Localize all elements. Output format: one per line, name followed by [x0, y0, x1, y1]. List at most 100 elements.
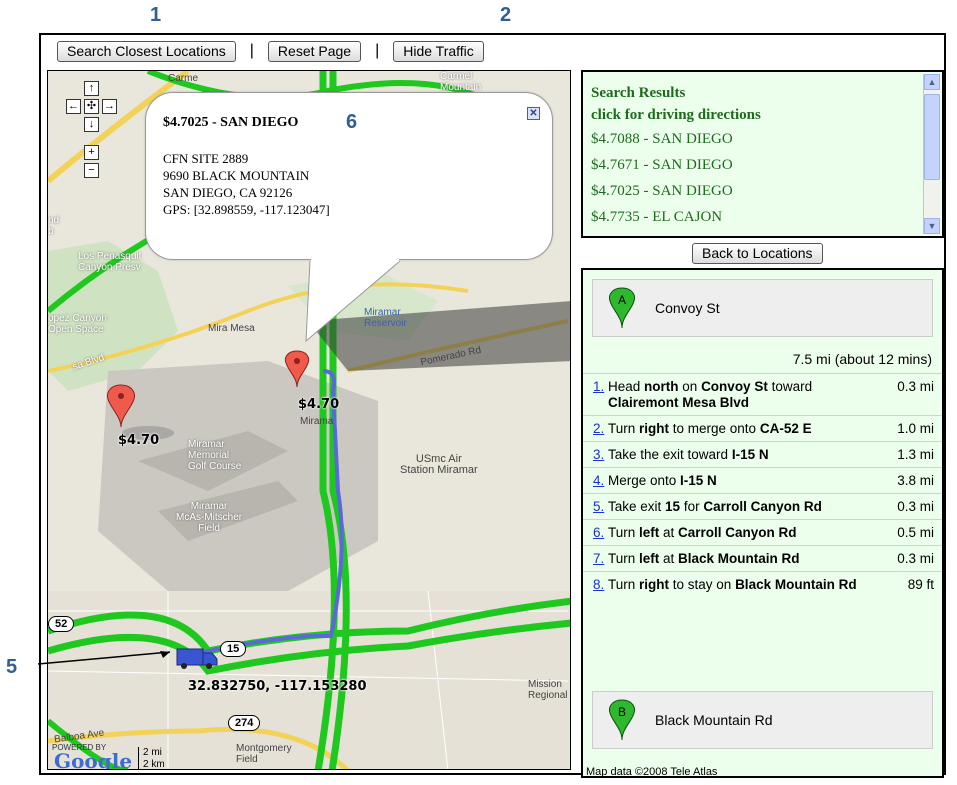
result-item[interactable]: $4.7671 - SAN DIEGO	[591, 152, 761, 178]
step-text: to stay on	[669, 577, 736, 592]
step-emphasis: Convoy St	[701, 379, 768, 394]
step-instruction: Head north on Convoy St toward Clairemon…	[606, 379, 860, 411]
directions-panel: A Convoy St 7.5 mi (about 12 mins) 1. Hea…	[581, 268, 944, 778]
step-instruction: Take the exit toward I-15 N	[606, 447, 860, 463]
step-emphasis: Carroll Canyon Rd	[678, 525, 797, 540]
toolbar-separator: |	[375, 42, 380, 59]
step-text: to merge onto	[669, 421, 760, 436]
start-label: Convoy St	[655, 300, 720, 316]
step-distance: 1.0 mi	[897, 421, 934, 436]
step-text: Take exit	[608, 499, 666, 514]
step-text: Head	[608, 379, 645, 394]
step-text: Turn	[608, 525, 640, 540]
step-emphasis: Black Mountain Rd	[735, 577, 857, 592]
route-summary: 7.5 mi (about 12 mins)	[792, 351, 932, 367]
step-distance: 1.3 mi	[897, 447, 934, 462]
route-274-shield: 274	[228, 715, 261, 731]
step-text: on	[678, 379, 702, 394]
route-52-shield: 52	[48, 616, 75, 632]
step-distance: 0.3 mi	[897, 499, 934, 514]
step-text: Turn	[608, 551, 640, 566]
search-closest-locations-button[interactable]: Search Closest Locations	[57, 40, 236, 62]
scroll-up-icon[interactable]: ▲	[924, 74, 940, 90]
result-item[interactable]: $4.7088 - SAN DIEGO	[591, 126, 761, 152]
scroll-thumb[interactable]	[924, 94, 940, 180]
map-label-lopez-canyon: opez Canyon Open Space	[48, 313, 107, 335]
results-scrollbar[interactable]: ▲ ▼	[923, 74, 940, 234]
step-number-link[interactable]: 7.	[593, 551, 606, 567]
direction-step[interactable]: 3. Take the exit toward I-15 N 1.3 mi	[583, 441, 942, 467]
start-waypoint[interactable]: A Convoy St	[592, 279, 933, 337]
marker-b-icon: B	[609, 699, 635, 741]
google-logo: Google	[54, 749, 133, 770]
step-number-link[interactable]: 8.	[593, 577, 606, 593]
map-label-usmc: USmc Air Station Miramar	[400, 453, 478, 476]
step-emphasis: left	[639, 551, 660, 566]
callout-1: 1	[150, 4, 162, 26]
step-distance: 3.8 mi	[897, 473, 934, 488]
close-icon[interactable]: ✕	[527, 107, 540, 120]
back-to-locations-button[interactable]: Back to Locations	[692, 243, 823, 264]
step-text: Merge onto	[608, 473, 681, 488]
step-emphasis: Carroll Canyon Rd	[703, 499, 822, 514]
direction-step[interactable]: 7. Turn left at Black Mountain Rd 0.3 mi	[583, 545, 942, 571]
hide-traffic-button[interactable]: Hide Traffic	[393, 40, 484, 62]
end-waypoint[interactable]: B Black Mountain Rd	[592, 691, 933, 749]
price-marker-icon[interactable]	[284, 349, 344, 399]
direction-step[interactable]: 2. Turn right to merge onto CA-52 E 1.0 mi	[583, 415, 942, 441]
reset-page-button[interactable]: Reset Page	[267, 40, 362, 62]
step-number-link[interactable]: 2.	[593, 421, 606, 437]
step-number-link[interactable]: 3.	[593, 447, 606, 463]
step-emphasis: Clairemont Mesa Blvd	[608, 395, 750, 410]
info-bubble: $4.7025 - SAN DIEGO 6 ✕ CFN SITE 2889 96…	[145, 92, 553, 260]
bubble-line: 9690 BLACK MOUNTAIN	[163, 168, 310, 183]
step-text: Turn	[608, 421, 640, 436]
marker-b-letter: B	[618, 705, 626, 719]
marker-a-icon: A	[609, 287, 635, 329]
arrow-down-icon[interactable]: ↓	[84, 117, 99, 132]
step-emphasis: CA-52 E	[759, 421, 812, 436]
arrow-left-icon[interactable]: ←	[66, 99, 81, 114]
step-emphasis: I-15 N	[680, 473, 717, 488]
step-instruction: Turn left at Carroll Canyon Rd	[606, 525, 860, 541]
step-number-link[interactable]: 1.	[593, 379, 606, 411]
scroll-down-icon[interactable]: ▼	[924, 218, 940, 234]
bubble-address: CFN SITE 2889 9690 BLACK MOUNTAIN SAN DI…	[163, 150, 330, 218]
step-emphasis: right	[639, 421, 670, 436]
truck-icon[interactable]	[176, 645, 220, 671]
pan-center-icon[interactable]: ✣	[84, 99, 99, 114]
step-number-link[interactable]: 6.	[593, 525, 606, 541]
step-instruction: Merge onto I-15 N	[606, 473, 860, 489]
step-emphasis: Black Mountain Rd	[678, 551, 800, 566]
direction-steps: 1. Head north on Convoy St toward Clairem…	[583, 373, 942, 597]
step-emphasis: I-15 N	[731, 447, 769, 462]
scale-bar: 2 mi 2 km	[138, 747, 218, 769]
map-label-carmel-mountain: Carmel Mountain	[440, 71, 482, 93]
callout-5-arrow	[38, 651, 171, 665]
marker-a-letter: A	[618, 293, 626, 307]
step-emphasis: 15	[665, 499, 681, 514]
direction-step[interactable]: 8. Turn right to stay on Black Mountain R…	[583, 571, 942, 597]
step-number-link[interactable]: 4.	[593, 473, 606, 489]
step-emphasis: left	[639, 525, 660, 540]
map-label-mcas: Miramar McAs-Mitscher Field	[176, 501, 243, 534]
direction-step[interactable]: 4. Merge onto I-15 N 3.8 mi	[583, 467, 942, 493]
price-label: $4.70	[298, 397, 340, 412]
price-label: $4.70	[118, 433, 160, 448]
zoom-out-icon[interactable]: −	[84, 163, 99, 178]
step-emphasis: north	[644, 379, 679, 394]
map-label-los-penasquitos: Los Penasquit Canyon Presv	[78, 251, 142, 273]
direction-step[interactable]: 1. Head north on Convoy St toward Clairem…	[583, 373, 942, 415]
step-number-link[interactable]: 5.	[593, 499, 606, 515]
direction-step[interactable]: 6. Turn left at Carroll Canyon Rd 0.5 mi	[583, 519, 942, 545]
map-label-mira-mesa: Mira Mesa	[208, 323, 255, 334]
truck-coordinates-label: 32.832750, -117.153280	[188, 679, 367, 694]
step-text: at	[659, 525, 679, 540]
result-item[interactable]: $4.7025 - SAN DIEGO	[591, 178, 761, 204]
bubble-tail	[305, 255, 401, 343]
arrow-up-icon[interactable]: ↑	[84, 81, 99, 96]
result-item[interactable]: $4.7735 - EL CAJON	[591, 204, 761, 230]
zoom-in-icon[interactable]: +	[84, 145, 99, 160]
arrow-right-icon[interactable]: →	[102, 99, 117, 114]
direction-step[interactable]: 5. Take exit 15 for Carroll Canyon Rd 0.3 …	[583, 493, 942, 519]
